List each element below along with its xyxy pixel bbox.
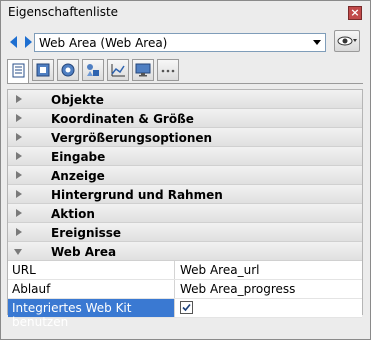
object-selector[interactable]: Web Area (Web Area): [34, 33, 326, 52]
category-ereignisse[interactable]: Ereignisse: [8, 223, 362, 242]
category-label: Koordinaten & Größe: [51, 112, 194, 126]
tab-properties-list[interactable]: [7, 59, 29, 84]
category-label: Anzeige: [51, 169, 105, 183]
object-icon: [36, 63, 50, 77]
title-bar[interactable]: Eigenschaftenliste ×: [1, 1, 370, 26]
property-name-cell: Ablauf: [8, 280, 175, 298]
property-name: Ablauf: [12, 282, 51, 296]
eye-icon: [337, 36, 357, 46]
tab-shapes[interactable]: [82, 59, 104, 81]
tab-more[interactable]: [157, 59, 179, 81]
category-objekte[interactable]: Objekte: [8, 90, 362, 109]
expand-triangle-icon[interactable]: [16, 133, 22, 141]
category-label: Hintergrund und Rahmen: [51, 188, 223, 202]
category-web-area[interactable]: Web Area: [8, 242, 362, 261]
webkit-checkbox[interactable]: [180, 301, 193, 314]
property-name-cell: URL: [8, 261, 175, 279]
expand-triangle-icon[interactable]: [16, 190, 22, 198]
object-selector-value: Web Area (Web Area): [39, 36, 168, 50]
category-anzeige[interactable]: Anzeige: [8, 166, 362, 185]
eye-button[interactable]: [334, 30, 360, 52]
property-name-cell: Integriertes Web Kit benutzen: [8, 299, 175, 329]
window-title: Eigenschaftenliste: [8, 5, 119, 19]
expand-triangle-icon[interactable]: [16, 171, 22, 179]
monitor-icon: [135, 63, 151, 77]
tab-strip: [7, 59, 367, 84]
properties-window: Eigenschaftenliste × Web Area (Web Area): [0, 0, 371, 340]
category-label: Ereignisse: [51, 226, 122, 240]
property-value-url[interactable]: Web Area_url: [180, 263, 259, 277]
category-label: Eingabe: [51, 150, 106, 164]
expand-triangle-icon[interactable]: [16, 228, 22, 236]
property-list: Objekte Koordinaten & Größe Vergrößerung…: [7, 89, 363, 329]
property-row-webkit[interactable]: Integriertes Web Kit benutzen: [8, 299, 362, 329]
close-icon[interactable]: ×: [348, 6, 362, 20]
category-aktion[interactable]: Aktion: [8, 204, 362, 223]
category-koordinaten[interactable]: Koordinaten & Größe: [8, 109, 362, 128]
nav-arrows-icon[interactable]: [10, 36, 32, 48]
shapes-icon: [87, 64, 99, 76]
more-icon: [161, 69, 175, 73]
checkmark-icon: [182, 303, 191, 312]
category-label: Vergrößerungsoptionen: [51, 131, 213, 145]
expand-triangle-icon[interactable]: [16, 95, 22, 103]
category-label: Web Area: [51, 245, 117, 259]
chart-icon: [111, 64, 125, 77]
property-row-ablauf[interactable]: Ablauf Web Area_progress: [8, 280, 362, 299]
tab-divider: [7, 83, 363, 84]
category-eingabe[interactable]: Eingabe: [8, 147, 362, 166]
expand-triangle-icon[interactable]: [16, 209, 22, 217]
property-name: Integriertes Web Kit benutzen: [12, 301, 132, 329]
expand-triangle-icon[interactable]: [16, 152, 22, 160]
category-label: Objekte: [51, 93, 104, 107]
property-value-ablauf[interactable]: Web Area_progress: [180, 282, 295, 296]
tab-object[interactable]: [32, 59, 54, 81]
tab-display[interactable]: [132, 59, 154, 81]
category-label: Aktion: [51, 207, 95, 221]
property-name: URL: [12, 263, 36, 277]
expand-triangle-icon[interactable]: [16, 114, 22, 122]
gear-icon: [61, 63, 75, 77]
tab-chart[interactable]: [107, 59, 129, 81]
properties-list-icon: [12, 63, 25, 78]
property-row-url[interactable]: URL Web Area_url: [8, 261, 362, 280]
category-vergroesserung[interactable]: Vergrößerungsoptionen: [8, 128, 362, 147]
collapse-triangle-icon[interactable]: [14, 249, 22, 255]
category-hintergrund[interactable]: Hintergrund und Rahmen: [8, 185, 362, 204]
tab-settings[interactable]: [57, 59, 79, 81]
chevron-down-icon: [313, 40, 321, 45]
